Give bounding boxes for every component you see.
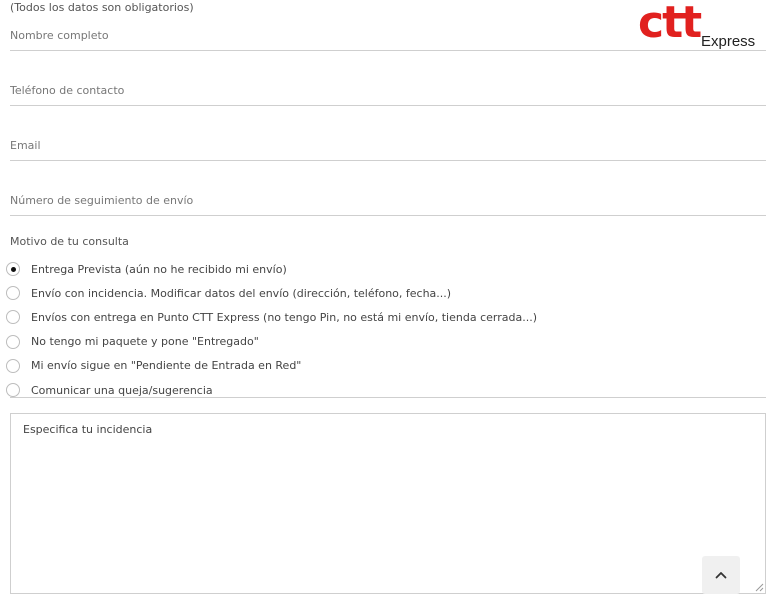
chevron-up-icon — [715, 572, 727, 579]
tracking-number-input[interactable] — [10, 186, 766, 214]
name-field-wrapper — [10, 21, 766, 51]
reason-label: Mi envío sigue en "Pendiente de Entrada … — [31, 359, 302, 373]
radio-button[interactable] — [6, 286, 20, 301]
radio-button[interactable] — [6, 334, 20, 349]
reason-label: No tengo mi paquete y pone "Entregado" — [31, 335, 259, 349]
resize-grip-icon[interactable] — [755, 583, 764, 592]
reason-option[interactable]: Comunicar una queja/sugerencia — [6, 378, 766, 402]
name-input[interactable] — [10, 21, 766, 49]
reason-option[interactable]: Envío con incidencia. Modificar datos de… — [6, 281, 766, 305]
incident-textarea[interactable] — [11, 414, 765, 593]
section-divider — [10, 397, 766, 398]
radio-button[interactable] — [6, 358, 20, 373]
reason-label: Envío con incidencia. Modificar datos de… — [31, 286, 452, 300]
tracking-field-wrapper — [10, 186, 766, 216]
radio-button[interactable] — [6, 262, 20, 277]
reason-option[interactable]: No tengo mi paquete y pone "Entregado" — [6, 330, 766, 354]
reason-label: Entrega Prevista (aún no he recibido mi … — [31, 262, 287, 276]
email-field-wrapper — [10, 131, 766, 161]
reason-label: Envíos con entrega en Punto CTT Express … — [31, 310, 537, 324]
reason-option[interactable]: Envíos con entrega en Punto CTT Express … — [6, 305, 766, 329]
phone-input[interactable] — [10, 76, 766, 104]
reason-label: Comunicar una queja/sugerencia — [31, 383, 213, 397]
scroll-to-top-button[interactable] — [702, 556, 740, 594]
required-note: (Todos los datos son obligatorios) — [10, 1, 194, 14]
reason-option[interactable]: Entrega Prevista (aún no he recibido mi … — [6, 257, 766, 281]
radio-button[interactable] — [6, 383, 20, 398]
reason-option[interactable]: Mi envío sigue en "Pendiente de Entrada … — [6, 354, 766, 378]
incident-textarea-wrapper — [10, 413, 766, 594]
email-input[interactable] — [10, 131, 766, 159]
radio-button[interactable] — [6, 310, 20, 325]
reason-radio-group: Entrega Prevista (aún no he recibido mi … — [6, 257, 766, 402]
phone-field-wrapper — [10, 76, 766, 106]
reason-title: Motivo de tu consulta — [10, 235, 129, 248]
